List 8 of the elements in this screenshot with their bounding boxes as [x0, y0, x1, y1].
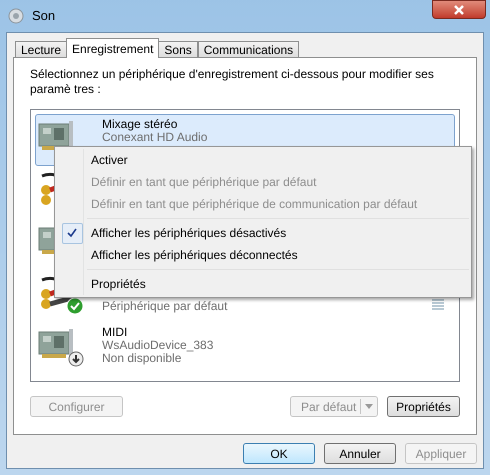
instruction-text: Sélectionnez un périphérique d'enregistrement ci-dessous pour modifier ses paramè tres :	[30, 67, 435, 98]
device-name: Mixage stéréo	[102, 118, 178, 131]
device-driver: WsAudioDevice_383	[102, 339, 214, 352]
device-name: MIDI	[102, 326, 128, 339]
device-status: Périphérique par défaut	[102, 300, 228, 313]
device-status: Non disponible	[102, 352, 182, 365]
window-title: Son	[32, 7, 56, 26]
device-driver: Conexant HD Audio	[102, 131, 208, 144]
